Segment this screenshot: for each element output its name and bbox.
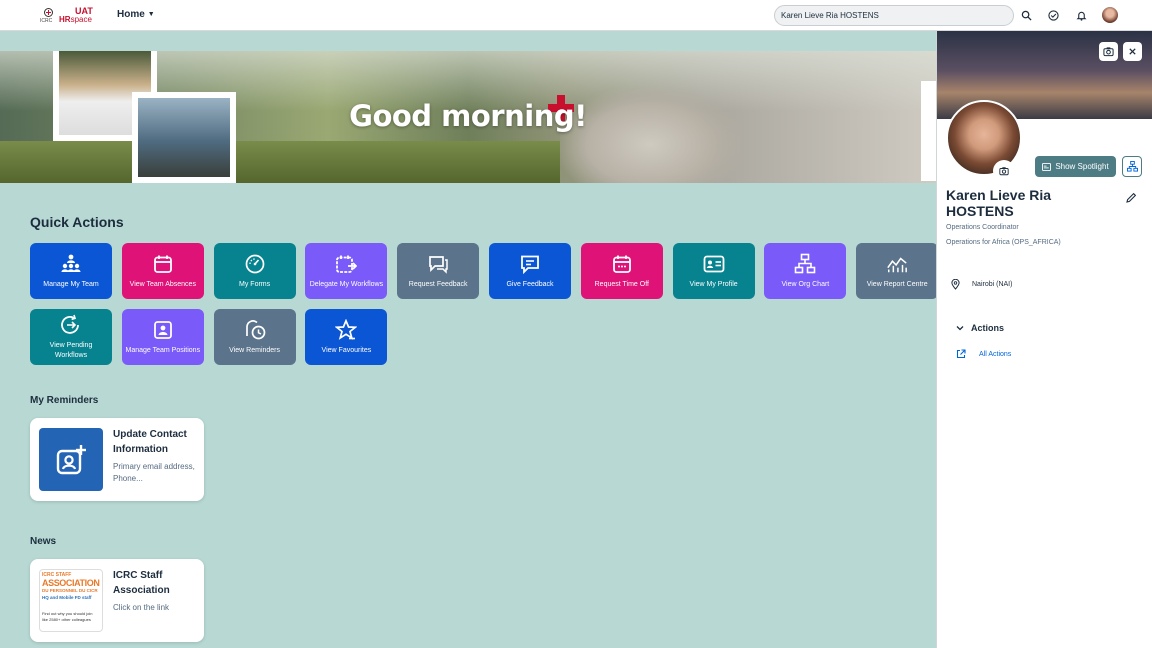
reminder-subtitle: Primary email address, Phone... — [113, 462, 195, 483]
quick-action-label: My Forms — [239, 280, 271, 288]
quick-action-tile[interactable]: View Org Chart — [764, 243, 847, 299]
logo-cross-icon — [44, 8, 53, 17]
home-menu-button[interactable]: Home ▼ — [117, 9, 155, 20]
greeting-text: Good morning! — [349, 99, 587, 133]
quick-action-label: View Team Absences — [129, 280, 196, 288]
all-actions-link[interactable]: All Actions — [956, 349, 1011, 359]
reminders-title: My Reminders — [30, 395, 99, 406]
quick-action-tile[interactable]: View Team Absences — [121, 243, 204, 299]
quick-action-label: View Report Centre — [866, 280, 928, 288]
news-card-subtitle: Click on the link — [113, 603, 170, 612]
quick-action-label: View Favourites — [321, 346, 372, 354]
news-title: News — [30, 536, 57, 547]
profile-department: Operations for Africa (OPS_AFRICA) — [946, 239, 1061, 246]
profile-location: Nairobi (NAI) — [951, 279, 1012, 290]
calendar-icon — [152, 253, 174, 275]
quick-action-label: Manage My Team — [43, 280, 99, 288]
org-chart-icon — [794, 253, 816, 275]
id-card-icon — [1042, 162, 1052, 171]
thumb-line: HQ and Mobile FD staff — [42, 595, 92, 600]
quick-action-tile[interactable]: Give Feedback — [489, 243, 571, 299]
profile-name: Karen Lieve Ria HOSTENS — [946, 187, 1052, 219]
news-thumbnail: ICRC STAFF ASSOCIATION DU PERSONNEL DU C… — [39, 569, 103, 632]
quick-action-label: Manage Team Positions — [125, 346, 201, 354]
welcome-banner: Good morning! — [0, 51, 936, 183]
shell-bar: UAT ICRC HRspace Home ▼ Karen Lieve Ria … — [0, 0, 1152, 31]
quick-action-label: Request Time Off — [594, 280, 649, 288]
feedback-icon — [427, 253, 449, 275]
home-menu-label: Home — [117, 9, 145, 20]
show-spotlight-label: Show Spotlight — [1055, 162, 1109, 171]
calendar-dots-icon — [611, 253, 633, 275]
id-card-icon — [703, 253, 725, 275]
quick-action-label: Delegate My Workflows — [309, 280, 384, 288]
all-actions-label: All Actions — [979, 350, 1012, 358]
star-icon — [335, 318, 358, 341]
external-link-icon — [956, 349, 966, 359]
quick-actions-title: Quick Actions — [30, 214, 124, 230]
quick-action-label: View Pending Workflows — [49, 341, 93, 359]
chevron-down-icon — [956, 326, 964, 331]
quick-action-tile[interactable]: Manage Team Positions — [121, 309, 204, 365]
line-chart-icon — [886, 253, 908, 275]
quick-action-tile[interactable]: View Favourites — [305, 309, 388, 365]
org-chart-icon[interactable] — [1122, 156, 1142, 177]
quick-action-label: View My Profile — [689, 280, 738, 288]
search-icon[interactable] — [1019, 8, 1033, 22]
show-spotlight-button[interactable]: Show Spotlight — [1035, 156, 1116, 177]
quick-action-tile[interactable]: View My Profile — [672, 243, 755, 299]
position-icon — [152, 319, 174, 341]
banner-ground — [0, 141, 560, 183]
bell-icon[interactable] — [1074, 8, 1088, 22]
location-pin-icon — [951, 279, 960, 290]
reminder-card[interactable]: Update Contact Information Primary email… — [30, 418, 204, 501]
pending-icon — [60, 314, 82, 336]
thumb-line: ASSOCIATION — [42, 578, 100, 588]
quick-action-label: Give Feedback — [506, 280, 554, 288]
message-icon — [519, 253, 541, 275]
news-card[interactable]: ICRC STAFF ASSOCIATION DU PERSONNEL DU C… — [30, 559, 204, 642]
quick-action-tile[interactable]: View Reminders — [213, 309, 296, 365]
gauge-icon — [244, 253, 266, 275]
quick-action-tile[interactable]: My Forms — [213, 243, 296, 299]
search-input[interactable]: Karen Lieve Ria HOSTENS — [774, 5, 1014, 26]
quick-action-tile[interactable]: View Report Centre — [856, 243, 939, 299]
edit-pencil-icon[interactable] — [1125, 191, 1139, 205]
quick-action-tile[interactable]: Manage My Team — [30, 243, 112, 299]
contact-add-icon — [39, 428, 103, 491]
reminder-icon — [244, 319, 266, 341]
app-logo[interactable]: UAT ICRC HRspace — [38, 5, 94, 27]
reminder-title: Update Contact Information — [113, 429, 187, 455]
chevron-down-icon: ▼ — [147, 11, 155, 18]
profile-panel: Show Spotlight Karen Lieve Ria HOSTENS O… — [936, 31, 1152, 648]
tasks-check-icon[interactable] — [1046, 8, 1060, 22]
quick-action-tile[interactable]: View Pending Workflows — [30, 309, 112, 365]
thumb-line: like 2580+ other colleagues — [42, 617, 91, 622]
quick-action-tile[interactable]: Request Time Off — [580, 243, 663, 299]
quick-action-label: View Org Chart — [781, 280, 830, 288]
quick-action-tile[interactable]: Delegate My Workflows — [305, 243, 388, 299]
news-card-title: ICRC Staff Association — [113, 570, 170, 596]
actions-section-header[interactable]: Actions — [956, 323, 1004, 333]
logo-app-name: HRspace — [59, 15, 92, 24]
actions-header-label: Actions — [971, 323, 1005, 333]
profile-job-title: Operations Coordinator — [946, 224, 1019, 231]
close-icon[interactable] — [1123, 42, 1142, 61]
logo-org: ICRC — [40, 18, 53, 24]
quick-action-label: Request Feedback — [408, 280, 468, 288]
user-avatar[interactable] — [1102, 7, 1118, 23]
profile-location-text: Nairobi (NAI) — [972, 281, 1013, 288]
camera-icon[interactable] — [993, 160, 1015, 182]
camera-icon[interactable] — [1099, 42, 1118, 61]
calendar-arrow-icon — [335, 253, 358, 275]
team-icon — [60, 253, 82, 275]
quick-action-label: View Reminders — [229, 346, 281, 354]
quick-action-tile[interactable]: Request Feedback — [397, 243, 480, 299]
